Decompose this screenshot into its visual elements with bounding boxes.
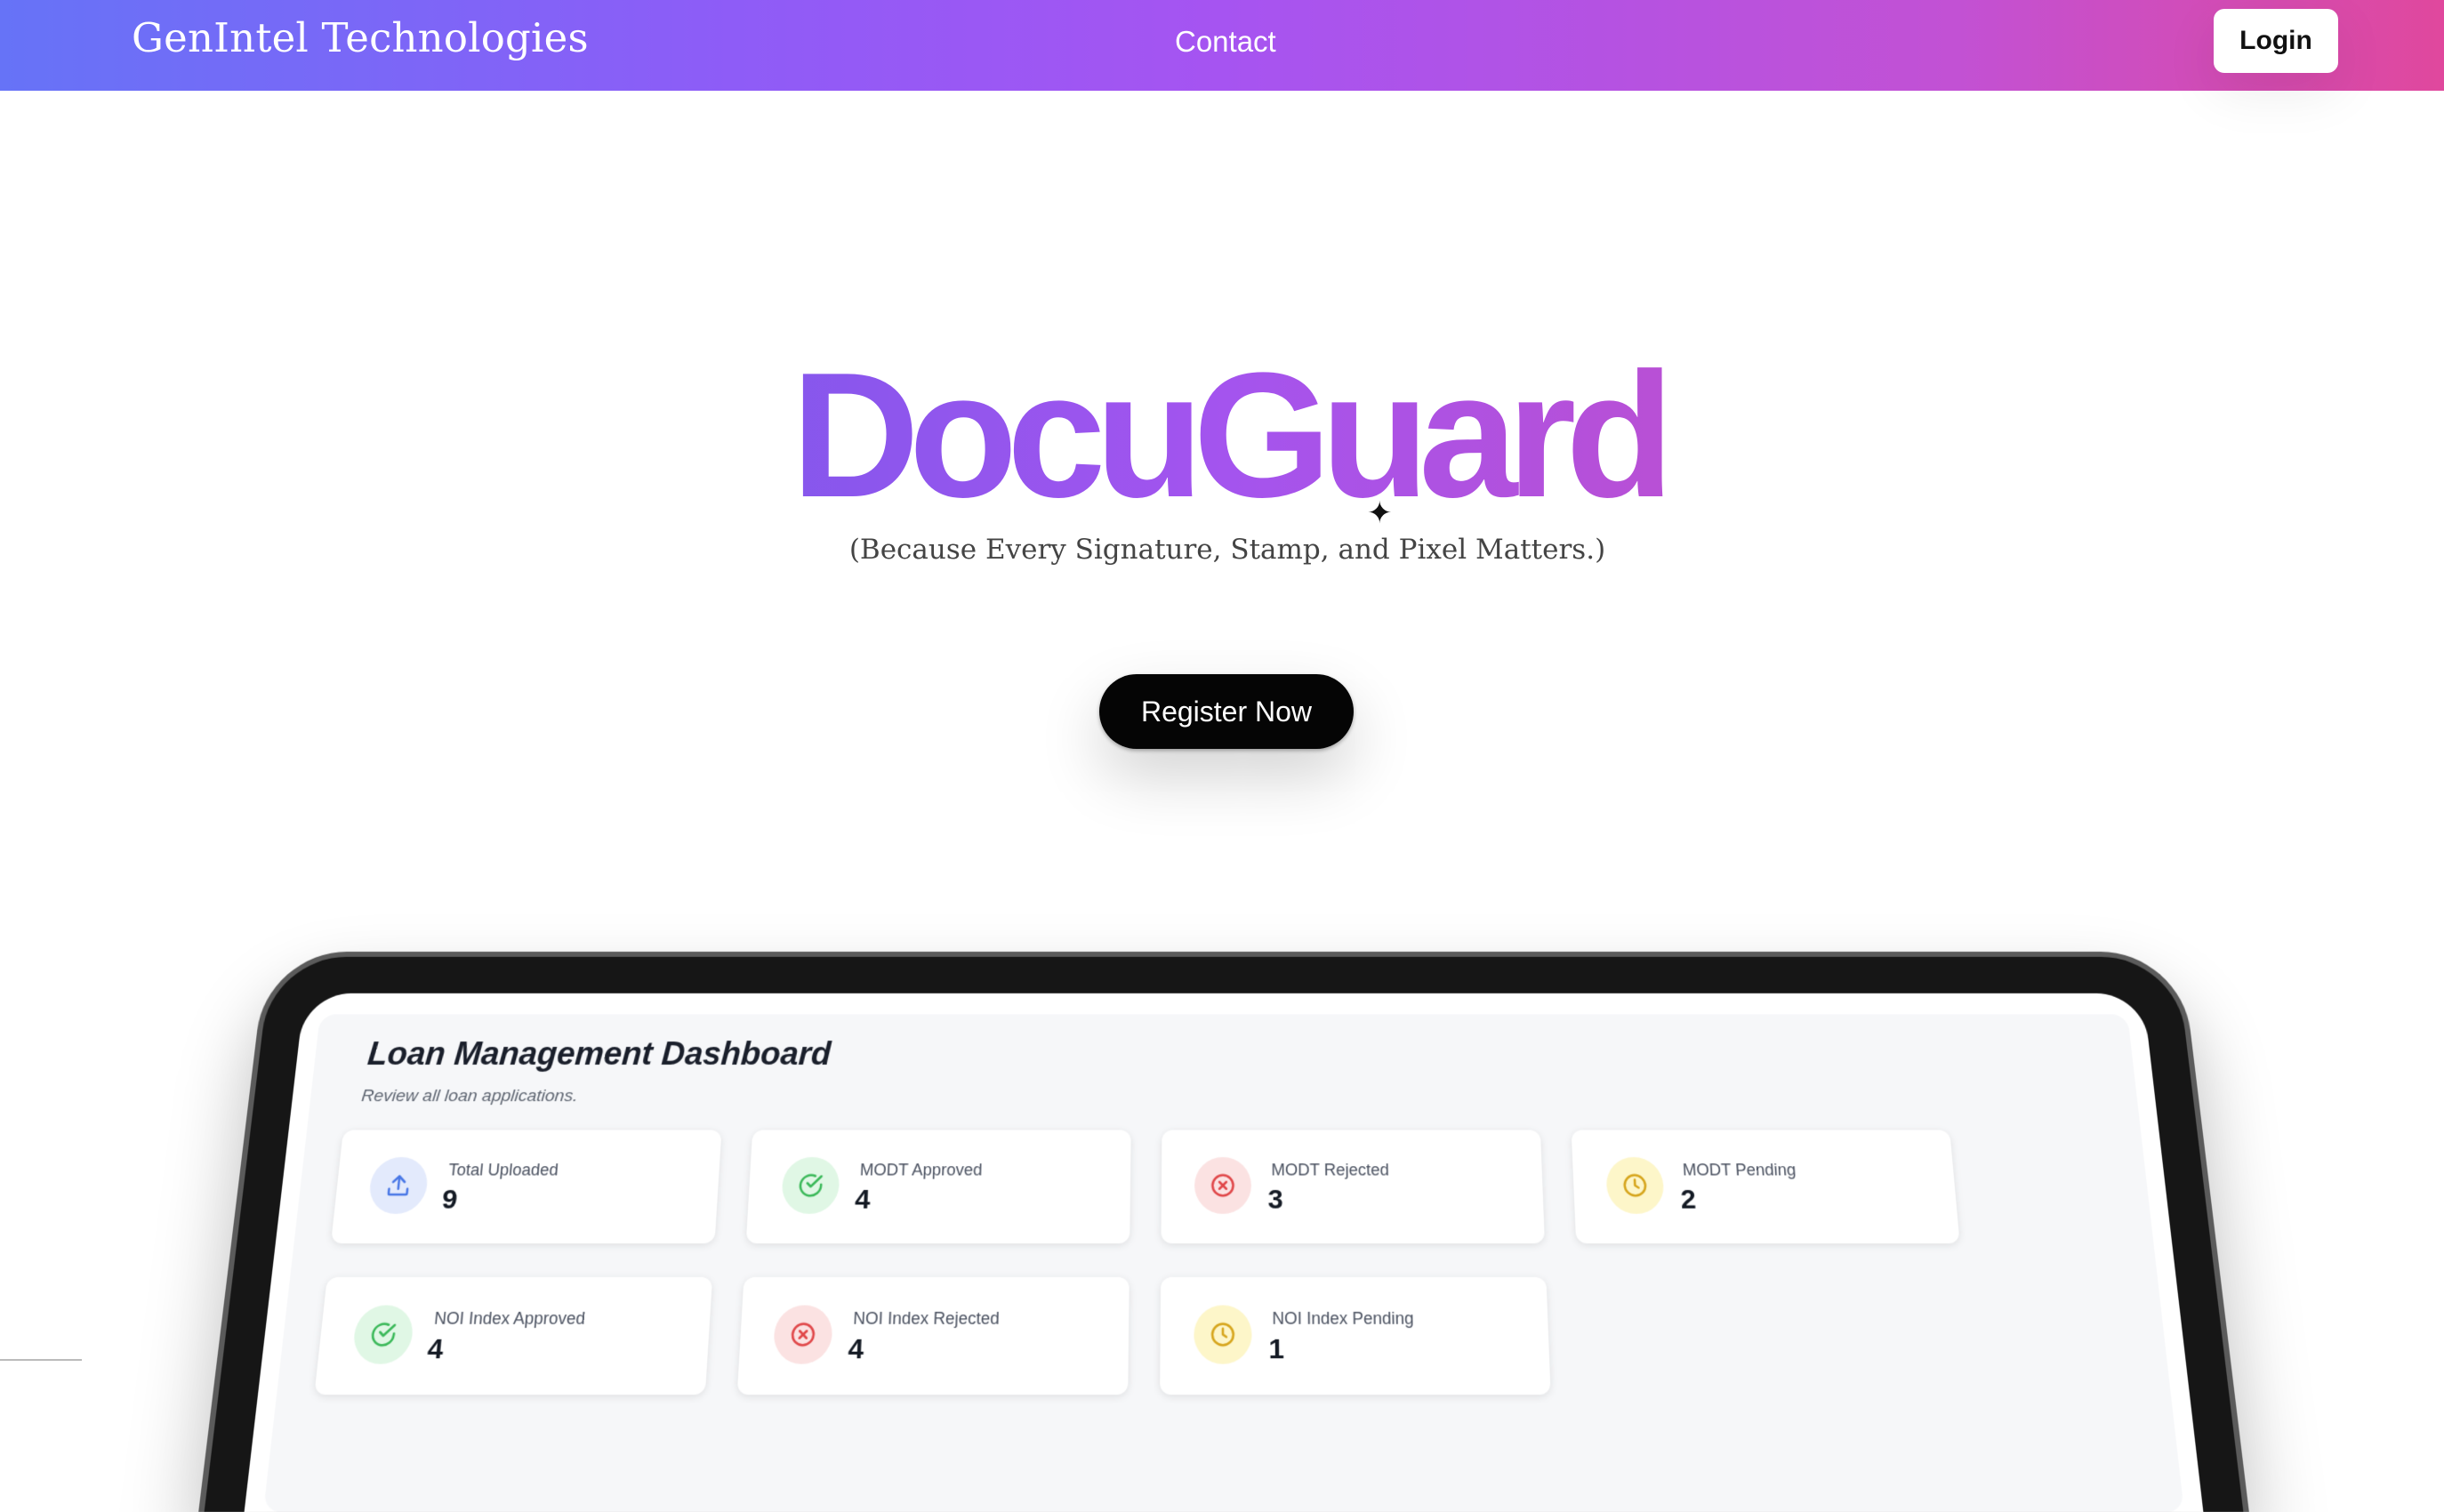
brand-name[interactable]: GenIntel Technologies	[132, 14, 589, 61]
x-circle-icon	[1194, 1157, 1251, 1214]
check-circle-icon	[351, 1305, 415, 1363]
stat-value: 2	[1680, 1185, 1697, 1216]
dashboard-title: Loan Management Dashboard	[366, 1035, 832, 1073]
register-button[interactable]: Register Now	[1099, 674, 1354, 749]
tablet-screen: Loan Management Dashboard Review all loa…	[245, 993, 2204, 1512]
clock-icon	[1194, 1305, 1251, 1363]
upload-icon	[367, 1157, 430, 1214]
divider	[0, 1359, 82, 1361]
stat-card-modt-rejected: MODT Rejected 3	[1161, 1130, 1544, 1243]
stat-label: MODT Approved	[859, 1161, 982, 1180]
sparkle-icon: ✦	[1367, 495, 1393, 531]
stat-card-noi-pending: NOI Index Pending 1	[1160, 1277, 1550, 1395]
stat-card-noi-approved: NOI Index Approved 4	[314, 1277, 712, 1395]
stat-card-noi-rejected: NOI Index Rejected 4	[737, 1277, 1130, 1395]
stat-value: 9	[440, 1185, 459, 1216]
dashboard-panel: Loan Management Dashboard Review all loa…	[263, 1014, 2184, 1512]
tablet-mockup: Loan Management Dashboard Review all loa…	[198, 952, 2249, 1512]
stat-value: 4	[854, 1185, 871, 1216]
stat-value: 4	[426, 1333, 445, 1365]
clock-icon	[1605, 1157, 1665, 1214]
hero-tagline: (Because Every Signature, Stamp, and Pix…	[0, 534, 2444, 566]
stat-value: 1	[1268, 1333, 1284, 1365]
hero-title: DocuGuard	[0, 347, 2444, 525]
nav-link-contact[interactable]: Contact	[1175, 25, 1276, 59]
stat-label: MODT Rejected	[1271, 1161, 1389, 1180]
stat-label: NOI Index Pending	[1272, 1309, 1414, 1329]
stat-card-total-uploaded: Total Uploaded 9	[331, 1130, 721, 1243]
dashboard-subtitle: Review all loan applications.	[360, 1087, 578, 1106]
x-circle-icon	[773, 1305, 833, 1363]
top-nav: GenIntel Technologies Contact Login	[0, 0, 2444, 91]
stat-label: NOI Index Approved	[433, 1309, 586, 1329]
stat-label: MODT Pending	[1682, 1161, 1797, 1180]
stat-card-modt-approved: MODT Approved 4	[746, 1130, 1131, 1243]
stat-card-modt-pending: MODT Pending 2	[1572, 1130, 1960, 1243]
stat-value: 3	[1267, 1185, 1282, 1216]
stat-label: Total Uploaded	[447, 1161, 559, 1180]
check-circle-icon	[781, 1157, 840, 1214]
login-button[interactable]: Login	[2214, 9, 2338, 73]
stat-value: 4	[848, 1333, 864, 1365]
stat-label: NOI Index Rejected	[853, 1309, 1000, 1329]
